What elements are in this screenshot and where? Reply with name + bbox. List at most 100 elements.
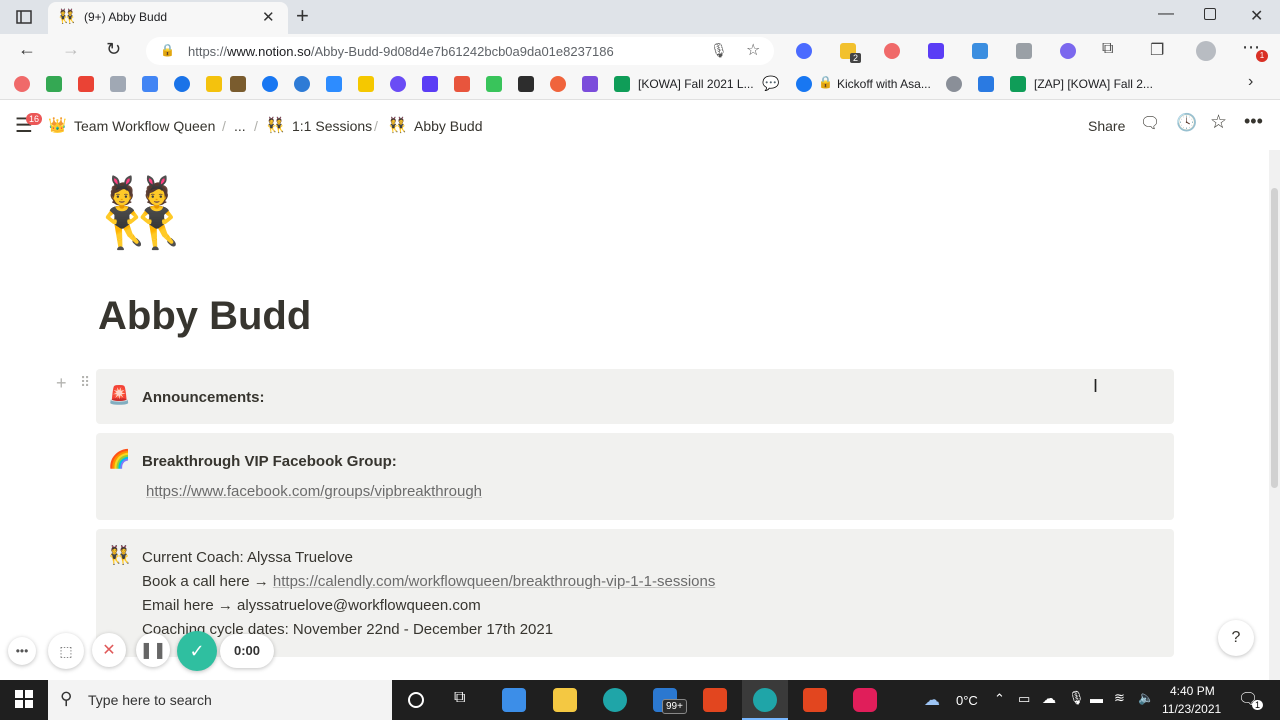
facebook-group-link[interactable]: https://www.facebook.com/groups/vipbreak… bbox=[146, 483, 482, 500]
share-button[interactable]: Share bbox=[1088, 118, 1125, 134]
extensions-puzzle-icon[interactable]: ⧉ bbox=[1102, 40, 1113, 58]
bookmark-gmail-icon[interactable] bbox=[78, 76, 94, 92]
tray-volume-icon[interactable]: 🔈 bbox=[1138, 690, 1154, 706]
task-view-icon[interactable]: ⧉ bbox=[454, 689, 465, 707]
page-scrollbar[interactable] bbox=[1269, 150, 1280, 680]
office-active-icon[interactable] bbox=[803, 688, 827, 712]
tray-battery-icon[interactable]: ▬ bbox=[1090, 691, 1103, 706]
recorder-finish-button[interactable]: ✓ bbox=[177, 631, 217, 671]
taskbar-search-box[interactable]: ⚲ Type here to search bbox=[48, 680, 392, 720]
extension-blue-icon[interactable] bbox=[972, 43, 988, 59]
extension-k-icon[interactable] bbox=[796, 43, 812, 59]
browser-tab-active[interactable]: 👯 (9+) Abby Budd ✕ bbox=[48, 2, 288, 34]
calendly-link[interactable]: https://calendly.com/workflowqueen/break… bbox=[273, 573, 715, 590]
bookmark-zap-kowa[interactable]: [ZAP] [KOWA] Fall 2... bbox=[1034, 77, 1153, 91]
bookmark-chat-icon[interactable]: 💬 bbox=[762, 75, 779, 92]
bookmark-facebook2-icon[interactable] bbox=[796, 76, 812, 92]
page-icon[interactable]: 👯 bbox=[98, 168, 183, 258]
bookmark-zoom-icon[interactable] bbox=[326, 76, 342, 92]
help-button[interactable]: ? bbox=[1218, 620, 1254, 656]
extension-clickup-icon[interactable] bbox=[1060, 43, 1076, 59]
bookmark-asana-icon[interactable] bbox=[14, 76, 30, 92]
extension-play-icon[interactable] bbox=[928, 43, 944, 59]
breadcrumb-workspace[interactable]: Team Workflow Queen bbox=[74, 118, 215, 134]
bookmark-facebook-icon[interactable] bbox=[262, 76, 278, 92]
restore-icon[interactable] bbox=[1204, 8, 1216, 20]
profile-avatar[interactable] bbox=[1196, 41, 1216, 61]
bookmark-calendar-icon[interactable] bbox=[142, 76, 158, 92]
bookmark-dark-icon[interactable] bbox=[230, 76, 246, 92]
bookmark-canva-icon[interactable] bbox=[390, 76, 406, 92]
bookmark-stack-icon[interactable] bbox=[454, 76, 470, 92]
collections-icon[interactable]: ❐ bbox=[1150, 40, 1164, 60]
bookmark-play-icon[interactable] bbox=[422, 76, 438, 92]
url-text[interactable]: https://www.notion.so/Abby-Budd-9d08d4e7… bbox=[188, 44, 614, 59]
slack-icon[interactable] bbox=[853, 688, 877, 712]
bookmark-bolt-icon[interactable] bbox=[486, 76, 502, 92]
tray-wifi-icon[interactable]: ≋ bbox=[1114, 690, 1125, 706]
bookmark-film-icon[interactable] bbox=[518, 76, 534, 92]
scrollbar-thumb[interactable] bbox=[1271, 188, 1278, 488]
recorder-camera-button[interactable]: ⬚ bbox=[48, 633, 84, 669]
bookmark-g-icon[interactable] bbox=[550, 76, 566, 92]
callout-facebook-group[interactable]: 🌈 Breakthrough VIP Facebook Group: https… bbox=[96, 433, 1174, 520]
clock-time[interactable]: 4:40 PM bbox=[1170, 684, 1215, 698]
bookmark-mail-icon[interactable] bbox=[110, 76, 126, 92]
breadcrumb-sessions[interactable]: 1:1 Sessions bbox=[292, 118, 372, 134]
page-title[interactable]: Abby Budd bbox=[98, 294, 311, 339]
cortana-icon[interactable] bbox=[408, 692, 424, 708]
new-tab-icon[interactable]: + bbox=[296, 3, 309, 29]
bookmark-link-icon[interactable] bbox=[946, 76, 962, 92]
callout-announcements[interactable]: 🚨 Announcements: bbox=[96, 369, 1174, 424]
bookmark-circle-icon[interactable] bbox=[174, 76, 190, 92]
weather-temperature[interactable]: 0°C bbox=[956, 693, 978, 708]
tray-onedrive-icon[interactable]: ☁ bbox=[1042, 690, 1056, 707]
bookmark-drive-icon[interactable] bbox=[46, 76, 62, 92]
tab-close-icon[interactable]: ✕ bbox=[262, 8, 275, 26]
store-icon[interactable] bbox=[502, 688, 526, 712]
window-close-icon[interactable]: ✕ bbox=[1250, 6, 1263, 26]
breadcrumb-current-page[interactable]: Abby Budd bbox=[414, 118, 483, 134]
extension-code-icon[interactable] bbox=[1016, 43, 1032, 59]
bookmarks-more-chevron-icon[interactable]: › bbox=[1248, 73, 1253, 91]
bookmark-kowa-fall[interactable]: [KOWA] Fall 2021 L... bbox=[638, 77, 754, 91]
bookmark-k-icon[interactable] bbox=[294, 76, 310, 92]
extension-asana-icon[interactable] bbox=[884, 43, 900, 59]
comments-icon[interactable]: 🗨 bbox=[1140, 113, 1160, 133]
bookmark-kickoff[interactable]: Kickoff with Asa... bbox=[837, 77, 931, 91]
refresh-icon[interactable]: ↻ bbox=[106, 39, 121, 60]
breadcrumb-ellipsis[interactable]: ... bbox=[234, 118, 246, 134]
minimize-icon[interactable]: — bbox=[1158, 5, 1174, 23]
recorder-discard-button[interactable]: ✕ bbox=[92, 633, 126, 667]
breadcrumb-separator: / bbox=[222, 118, 226, 134]
recorder-more-button[interactable]: ••• bbox=[8, 637, 36, 665]
bookmark-s-icon[interactable] bbox=[582, 76, 598, 92]
tray-device-icon[interactable]: ▭ bbox=[1018, 691, 1030, 707]
add-block-icon[interactable]: + bbox=[56, 373, 67, 394]
office-icon[interactable] bbox=[703, 688, 727, 712]
back-icon[interactable]: ← bbox=[18, 39, 36, 60]
bookmark-miro-icon[interactable] bbox=[358, 76, 374, 92]
edge-active-icon[interactable] bbox=[753, 688, 777, 712]
updates-clock-icon[interactable]: 🕓 bbox=[1176, 113, 1197, 133]
bookmark-sheets2-icon[interactable] bbox=[1010, 76, 1026, 92]
weather-cloud-icon[interactable]: ☁ bbox=[924, 690, 940, 710]
bookmark-zap-icon[interactable] bbox=[978, 76, 994, 92]
favorite-star-icon[interactable]: ☆ bbox=[1210, 111, 1227, 134]
tab-actions-icon[interactable] bbox=[14, 8, 34, 26]
more-options-icon[interactable]: ••• bbox=[1244, 111, 1263, 132]
edge-icon[interactable] bbox=[603, 688, 627, 712]
favorite-add-icon[interactable]: ☆ bbox=[746, 40, 760, 60]
recorder-pause-button[interactable]: ❚❚ bbox=[136, 633, 170, 667]
bookmark-sheets-icon[interactable] bbox=[614, 76, 630, 92]
microphone-icon[interactable]: 🎙 bbox=[710, 42, 728, 59]
address-bar[interactable]: 🔒 https://www.notion.so/Abby-Budd-9d08d4… bbox=[146, 37, 774, 65]
drag-handle-icon[interactable]: ⠿ bbox=[80, 374, 90, 391]
forward-icon[interactable]: → bbox=[62, 39, 80, 60]
file-explorer-icon[interactable] bbox=[553, 688, 577, 712]
tray-overflow-chevron-icon[interactable]: ⌃ bbox=[994, 691, 1005, 707]
tray-microphone-icon[interactable]: 🎙 bbox=[1068, 690, 1085, 706]
clock-date[interactable]: 11/23/2021 bbox=[1162, 702, 1221, 716]
bookmark-folder-icon[interactable] bbox=[206, 76, 222, 92]
windows-start-icon[interactable] bbox=[15, 690, 33, 708]
